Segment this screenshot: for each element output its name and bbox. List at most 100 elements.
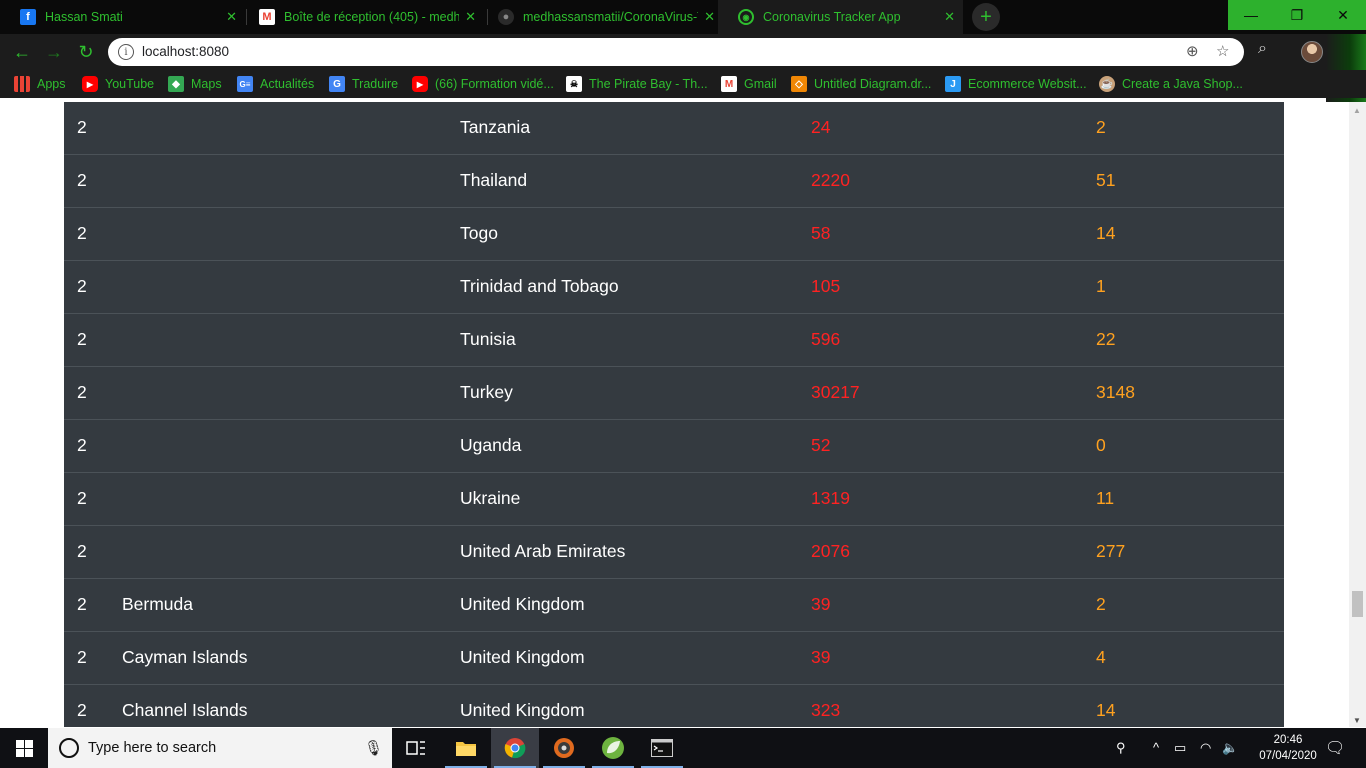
pirate-bay-icon: ☠ <box>566 76 582 92</box>
table-row: 2 Trinidad and Tobago 105 1 <box>64 261 1284 314</box>
taskbar-search-box[interactable]: Type here to search 🎙 <box>48 728 392 768</box>
youtube-icon: ▶ <box>412 76 428 92</box>
cases-cell: 39 <box>811 594 831 614</box>
deaths-cell: 3148 <box>1096 382 1135 402</box>
table-row: 2 Tanzania 24 2 <box>64 102 1284 155</box>
media-player-icon <box>554 738 574 758</box>
country-cell: Turkey <box>460 382 513 402</box>
zoom-icon[interactable]: ⊕ <box>1186 42 1199 60</box>
reload-button[interactable]: ↻ <box>74 40 98 64</box>
close-icon[interactable]: ✕ <box>704 10 715 24</box>
tab-facebook[interactable]: f Hassan Smati ✕ <box>0 0 245 34</box>
scrollbar-thumb[interactable] <box>1352 591 1363 617</box>
table-row: 2 Cayman Islands United Kingdom 39 4 <box>64 632 1284 685</box>
notifications-icon[interactable]: 🗨 <box>1325 738 1345 758</box>
task-view-button[interactable] <box>392 728 440 768</box>
youtube-icon: ▶ <box>82 76 98 92</box>
bookmark-youtube[interactable]: ▶ YouTube <box>82 70 154 98</box>
volume-icon[interactable]: 🔈 <box>1222 740 1238 756</box>
bookmark-label: Maps <box>191 77 222 91</box>
table-row: 2 Uganda 52 0 <box>64 420 1284 473</box>
cases-cell: 1319 <box>811 488 850 508</box>
taskbar-search-input[interactable]: Type here to search <box>88 740 216 756</box>
deaths-cell: 11 <box>1096 488 1115 508</box>
country-cell: Togo <box>460 223 498 243</box>
url-text[interactable]: localhost:8080 <box>142 44 229 59</box>
bookmark-traduire[interactable]: G Traduire <box>329 70 398 98</box>
drawio-icon: ◇ <box>791 76 807 92</box>
minimize-button[interactable]: — <box>1228 0 1274 30</box>
taskbar-spring-tool-suite[interactable] <box>589 728 637 768</box>
bookmark-maps[interactable]: ◆ Maps <box>168 70 222 98</box>
bookmark-pirate-bay[interactable]: ☠ The Pirate Bay - Th... <box>566 70 708 98</box>
search-icon[interactable]: ⌕ <box>1258 40 1267 58</box>
deaths-cell: 51 <box>1096 170 1116 190</box>
close-window-button[interactable]: ✕ <box>1320 0 1366 30</box>
people-icon[interactable]: ⚲ <box>1116 740 1126 756</box>
chevron-up-icon[interactable]: ^ <box>1153 740 1159 755</box>
battery-icon[interactable]: ▭ <box>1174 740 1186 756</box>
deaths-cell: 14 <box>1096 223 1116 243</box>
page-viewport: 2 Tanzania 24 2 2 Thailand 2220 51 2 Togo 58 14 2 Tri… <box>0 102 1349 727</box>
address-bar[interactable]: i localhost:8080 ⊕ ☆ <box>108 38 1244 66</box>
table-row: 2 Thailand 2220 51 <box>64 155 1284 208</box>
file-explorer-icon <box>456 742 476 756</box>
province-cell: Channel Islands <box>122 700 248 720</box>
cortana-icon <box>59 738 79 758</box>
windows-icon <box>15 739 33 757</box>
arrow-right-icon: → <box>45 41 63 62</box>
forward-button[interactable]: → <box>42 40 66 64</box>
bookmark-actualites[interactable]: G≡ Actualités <box>237 70 314 98</box>
close-icon[interactable]: ✕ <box>465 10 476 24</box>
row-number: 2 <box>77 541 87 561</box>
scroll-down-arrow-icon[interactable]: ▼ <box>1353 716 1361 725</box>
bookmark-label: Untitled Diagram.dr... <box>814 77 932 91</box>
taskbar-media-player[interactable] <box>540 728 588 768</box>
taskbar-terminal[interactable] <box>638 728 686 768</box>
page-scrollbar[interactable]: ▲ ▼ <box>1349 102 1366 727</box>
terminal-icon <box>651 739 673 757</box>
country-cell: Trinidad and Tobago <box>460 276 619 296</box>
bookmark-label: (66) Formation vidé... <box>435 77 554 91</box>
table-row: 2 Ukraine 1319 11 <box>64 473 1284 526</box>
deaths-cell: 2 <box>1096 594 1106 614</box>
restore-button[interactable]: ❐ <box>1274 0 1320 30</box>
info-icon[interactable]: i <box>118 44 134 60</box>
scroll-up-arrow-icon[interactable]: ▲ <box>1353 106 1361 115</box>
taskbar-chrome[interactable] <box>491 728 539 768</box>
province-cell: Cayman Islands <box>122 647 248 667</box>
star-icon[interactable]: ☆ <box>1216 42 1229 60</box>
bookmark-label: Apps <box>37 77 66 91</box>
bookmark-gmail[interactable]: M Gmail <box>721 70 777 98</box>
start-button[interactable] <box>0 728 48 768</box>
close-icon[interactable]: ✕ <box>944 10 955 24</box>
bookmark-java-shop[interactable]: ☕ Create a Java Shop... <box>1099 70 1243 98</box>
tab-coronavirus-tracker[interactable]: ◉ Coronavirus Tracker App ✕ <box>718 0 963 34</box>
cases-cell: 105 <box>811 276 841 296</box>
task-view-icon <box>406 741 425 755</box>
news-icon: G≡ <box>237 76 253 92</box>
country-cell: Ukraine <box>460 488 521 508</box>
tab-gmail[interactable]: M Boîte de réception (405) - medhassansm… <box>239 0 484 34</box>
table-row: 2 United Arab Emirates 2076 277 <box>64 526 1284 579</box>
bookmarks-bar: Apps ▶ YouTube ◆ Maps G≡ Actualités G Tr… <box>0 70 1366 98</box>
country-cell: United Arab Emirates <box>460 541 626 561</box>
close-icon[interactable]: ✕ <box>226 10 237 24</box>
cases-cell: 58 <box>811 223 831 243</box>
microphone-icon[interactable]: 🎙 <box>364 739 383 757</box>
wifi-icon[interactable]: ◠ <box>1200 740 1211 756</box>
taskbar-file-explorer[interactable] <box>442 728 490 768</box>
back-button[interactable]: ← <box>10 40 34 64</box>
bookmark-ecommerce[interactable]: J Ecommerce Websit... <box>945 70 1087 98</box>
tab-github[interactable]: ● medhassansmatii/CoronaVirus-Tracker ✕ <box>478 0 723 34</box>
avatar[interactable] <box>1301 41 1323 63</box>
system-clock[interactable]: 20:46 07/04/2020 <box>1258 732 1318 764</box>
java-icon: ☕ <box>1099 76 1115 92</box>
bookmark-apps[interactable]: Apps <box>14 70 66 98</box>
bookmark-untitled-diagram[interactable]: ◇ Untitled Diagram.dr... <box>791 70 931 98</box>
cases-cell: 30217 <box>811 382 860 402</box>
province-cell: Bermuda <box>122 594 194 614</box>
bookmark-formation-video[interactable]: ▶ (66) Formation vidé... <box>412 70 554 98</box>
new-tab-button[interactable]: + <box>972 3 1000 31</box>
bookmark-label: The Pirate Bay - Th... <box>589 77 708 91</box>
